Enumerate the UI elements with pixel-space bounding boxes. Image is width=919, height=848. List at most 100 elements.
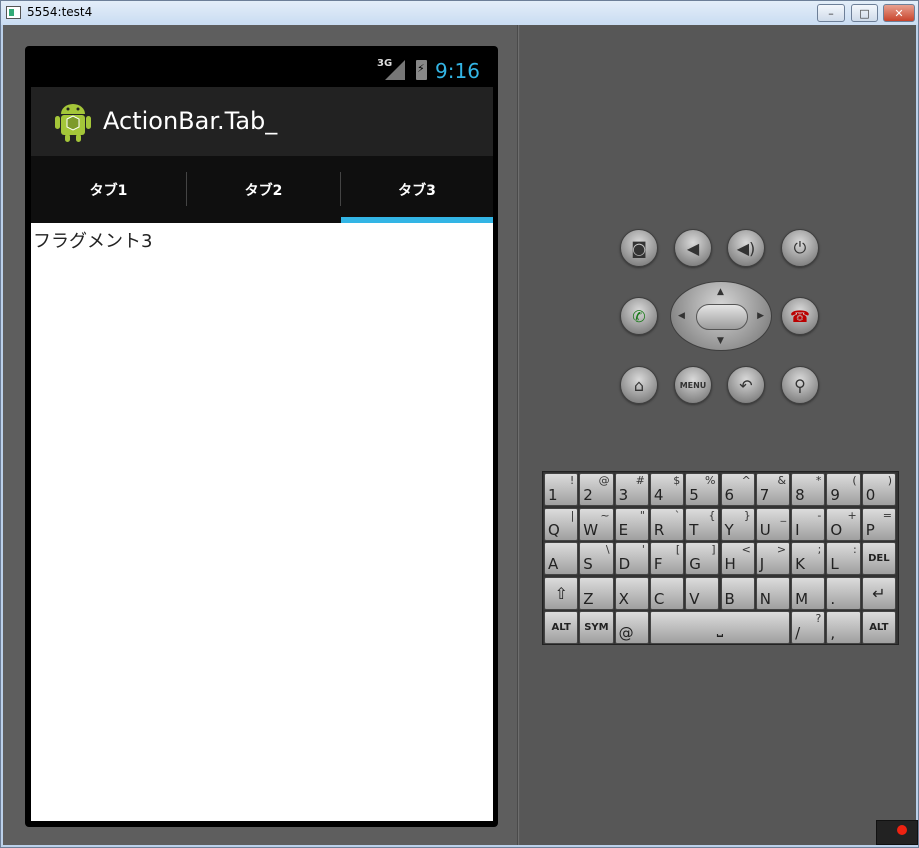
key-Z[interactable]: Z [579, 576, 614, 610]
phone-bezel: 3G 9:16 [25, 46, 498, 827]
key-label: S [583, 555, 593, 573]
space-icon: ⎵ [716, 617, 724, 637]
tab-1[interactable]: タブ1 [31, 156, 186, 223]
key-5[interactable]: 5% [685, 473, 720, 506]
key-U[interactable]: U _ [755, 507, 791, 541]
menu-button[interactable]: MENU [674, 366, 712, 404]
at-key[interactable]: @ [614, 611, 649, 644]
app-window-icon [6, 6, 21, 19]
end-call-icon: ☎ [790, 306, 810, 326]
dpad-right-icon: ▶ [757, 311, 764, 321]
key-E[interactable]: E " [614, 507, 649, 541]
key-.[interactable]: . [826, 576, 861, 610]
shift-icon: ⇧ [554, 583, 568, 603]
alt-left-key[interactable]: ALT [544, 611, 579, 644]
key-9[interactable]: 9( [826, 473, 861, 506]
key-label: 0 [865, 486, 876, 504]
key-label: X [618, 589, 629, 608]
search-button[interactable]: ⚲ [781, 366, 819, 404]
volume-down-button[interactable]: ◀ [674, 229, 712, 267]
key-J[interactable]: J > [755, 542, 791, 575]
key-I[interactable]: I- [791, 507, 826, 541]
key-alt-label: ) [887, 474, 892, 487]
key-K[interactable]: K; [791, 542, 826, 575]
key-H[interactable]: H < [720, 542, 755, 575]
camera-button[interactable]: ◙ [620, 229, 658, 267]
key-label: G [689, 555, 701, 573]
close-button[interactable]: ✕ [883, 4, 915, 22]
tab-3[interactable]: タブ3 [341, 156, 493, 223]
maximize-button[interactable]: □ [851, 4, 878, 22]
fragment-content: フラグメント3 [31, 223, 493, 821]
tab-2[interactable]: タブ2 [187, 156, 340, 223]
dpad-up-icon: ▲ [717, 287, 724, 297]
key-7[interactable]: 7 & [755, 473, 791, 506]
key-O[interactable]: O + [826, 507, 861, 541]
key-label: 7 [759, 486, 770, 504]
key-B[interactable]: B [720, 576, 755, 610]
key-L[interactable]: L: [826, 542, 861, 575]
key-8[interactable]: 8 * [791, 473, 826, 506]
key-S[interactable]: S \ [579, 542, 614, 575]
key-alt-label: - [817, 508, 822, 522]
key-T[interactable]: T{ [685, 507, 720, 541]
key-1[interactable]: 1! [544, 473, 579, 506]
key-X[interactable]: X [614, 576, 649, 610]
key-R[interactable]: R ` [649, 507, 685, 541]
key-label: B [724, 589, 735, 608]
key-A[interactable]: A [544, 542, 579, 575]
back-button[interactable]: ↶ [727, 366, 765, 404]
key-label: K [795, 555, 805, 573]
volume-up-button[interactable]: ◀) [727, 229, 765, 267]
signal-icon [385, 60, 405, 80]
key-F[interactable]: F[ [649, 542, 685, 575]
android-app-icon[interactable] [53, 99, 93, 143]
key-label: / [795, 624, 801, 642]
key-label: T [689, 520, 699, 539]
key-label: ALT [551, 622, 571, 633]
call-button[interactable]: ✆ [620, 297, 658, 335]
key-M[interactable]: M [791, 576, 826, 610]
end-call-button[interactable]: ☎ [781, 297, 819, 335]
key-W[interactable]: W ~ [579, 507, 614, 541]
key-Q[interactable]: Q | [544, 507, 579, 541]
close-icon: ✕ [894, 6, 904, 20]
power-icon: ⏻ [793, 238, 807, 257]
minimize-button[interactable]: – [817, 4, 845, 22]
volume-up-icon: ◀) [736, 238, 756, 258]
alt-right-key[interactable]: ALT [861, 611, 896, 644]
home-icon: ⌂ [633, 375, 645, 395]
key-0[interactable]: 0) [861, 473, 896, 506]
key-C[interactable]: C [649, 576, 685, 610]
sym-key[interactable]: SYM [579, 611, 614, 644]
home-button[interactable]: ⌂ [620, 366, 658, 404]
key-label: C [653, 589, 665, 608]
power-button[interactable]: ⏻ [781, 229, 819, 267]
key-D[interactable]: D ' [614, 542, 649, 575]
key-N[interactable]: N [755, 576, 791, 610]
dpad[interactable]: ▲ ▼ ◀ ▶ [670, 281, 772, 351]
key-alt-label: \ [605, 543, 610, 556]
key-label: Q [548, 520, 560, 539]
key-6[interactable]: 6 ^ [720, 473, 755, 506]
space-key[interactable]: ⎵ [649, 611, 791, 644]
key-4[interactable]: 4 $ [649, 473, 685, 506]
shift-key[interactable]: ⇧ [544, 576, 579, 610]
delete-key[interactable]: DEL [861, 542, 896, 575]
dpad-center-button[interactable] [696, 304, 748, 330]
notification-tray[interactable] [876, 820, 918, 845]
key-P[interactable]: P = [861, 507, 896, 541]
key-V[interactable]: V [685, 576, 720, 610]
key-label: 4 [653, 486, 664, 504]
key-2[interactable]: 2 @ [579, 473, 614, 506]
key-alt-label: ! [569, 474, 575, 487]
key-Y[interactable]: Y} [720, 507, 755, 541]
key-3[interactable]: 3 # [614, 473, 649, 506]
key-G[interactable]: G] [685, 542, 720, 575]
search-icon: ⚲ [794, 375, 806, 395]
enter-key[interactable]: ↵ [861, 576, 896, 610]
comma-key[interactable]: , [826, 611, 861, 644]
phone-screen[interactable]: 3G 9:16 [31, 52, 493, 821]
window-titlebar[interactable]: 5554:test4 – □ ✕ [1, 1, 918, 25]
slash-key[interactable]: /? [791, 611, 826, 644]
